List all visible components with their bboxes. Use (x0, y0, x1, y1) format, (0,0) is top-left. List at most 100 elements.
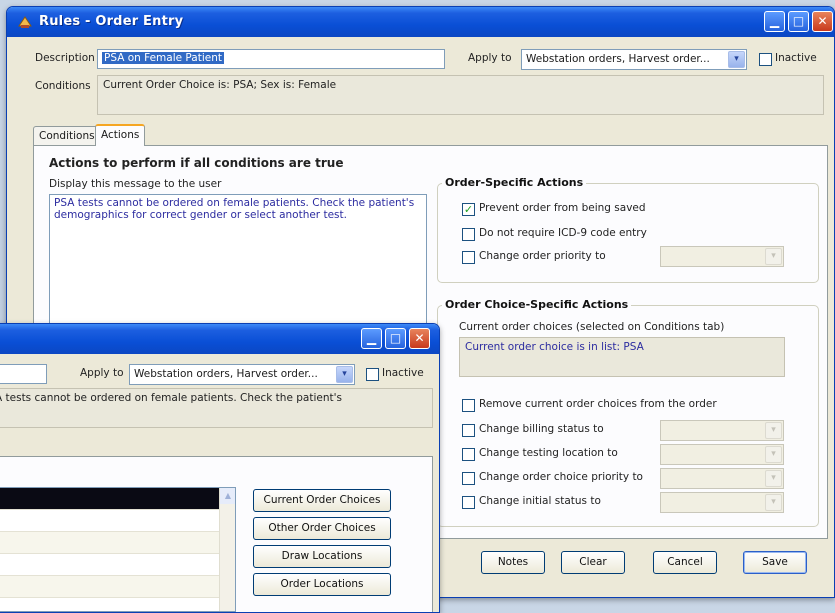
chevron-down-icon[interactable]: ▾ (765, 470, 782, 487)
change-priority-checkbox[interactable] (462, 251, 475, 264)
actions-heading: Actions to perform if all conditions are… (49, 156, 344, 170)
maximize-icon: □ (792, 14, 805, 28)
front-title-bar[interactable]: ▁ □ ✕ (0, 324, 439, 354)
no-icd9-label: Do not require ICD-9 code entry (479, 227, 647, 239)
message-label: Display this message to the user (49, 178, 222, 190)
cancel-button[interactable]: Cancel (653, 551, 717, 574)
front-conditions-summary: A tests cannot be ordered on female pati… (0, 388, 433, 428)
choice-priority-label: Change order choice priority to (479, 471, 643, 483)
draw-locations-button[interactable]: Draw Locations (253, 545, 391, 568)
chevron-down-icon[interactable]: ▾ (765, 494, 782, 511)
inactive-label: Inactive (775, 52, 817, 64)
order-choice-list[interactable]: ▲ (0, 487, 236, 612)
remove-choices-checkbox[interactable] (462, 399, 475, 412)
tab-actions[interactable]: Actions (95, 124, 146, 146)
initial-status-label: Change initial status to (479, 495, 601, 507)
front-inactive-checkbox[interactable] (366, 368, 379, 381)
save-button[interactable]: Save (743, 551, 807, 574)
front-description-input[interactable] (0, 364, 47, 384)
close-button[interactable]: ✕ (812, 11, 833, 32)
clear-button[interactable]: Clear (561, 551, 625, 574)
list-item[interactable] (0, 532, 235, 554)
conditions-summary: Current Order Choice is: PSA; Sex is: Fe… (97, 75, 824, 115)
conditions-label: Conditions (35, 80, 91, 92)
testing-location-label: Change testing location to (479, 447, 618, 459)
order-specific-title: Order-Specific Actions (442, 176, 587, 189)
inactive-checkbox[interactable] (759, 53, 772, 66)
choice-priority-select[interactable]: ▾ (660, 468, 784, 489)
description-label: Description (35, 52, 95, 64)
message-value: PSA tests cannot be ordered on female pa… (54, 197, 415, 221)
testing-location-select[interactable]: ▾ (660, 444, 784, 465)
apply-to-value: Webstation orders, Harvest order... (526, 53, 710, 65)
order-locations-label: Order Locations (280, 578, 364, 590)
window-title: Rules - Order Entry (39, 14, 184, 29)
front-inactive-label: Inactive (382, 367, 424, 379)
maximize-button[interactable]: □ (788, 11, 809, 32)
choice-priority-checkbox[interactable] (462, 472, 475, 485)
notes-button[interactable]: Notes (481, 551, 545, 574)
front-apply-to-select[interactable]: Webstation orders, Harvest order... ▾ (129, 364, 355, 385)
priority-select[interactable]: ▾ (660, 246, 784, 267)
tab-conditions[interactable]: Conditions (33, 126, 101, 146)
close-icon: ✕ (817, 14, 828, 28)
front-tab-panel: ▲ Current Order Choices Other Order Choi… (0, 456, 433, 612)
list-item[interactable] (0, 554, 235, 576)
remove-choices-label: Remove current order choices from the or… (479, 398, 717, 410)
billing-status-checkbox[interactable] (462, 424, 475, 437)
overlapping-rules-window: ▁ □ ✕ Apply to Webstation orders, Harves… (0, 323, 440, 613)
testing-location-checkbox[interactable] (462, 448, 475, 461)
tab-actions-label: Actions (101, 129, 140, 141)
notes-button-label: Notes (497, 556, 529, 568)
front-apply-to-value: Webstation orders, Harvest order... (134, 368, 318, 380)
other-order-choices-label: Other Order Choices (268, 522, 376, 534)
chevron-down-icon[interactable]: ▾ (765, 248, 782, 265)
initial-status-checkbox[interactable] (462, 496, 475, 509)
no-icd9-checkbox[interactable] (462, 228, 475, 241)
clear-button-label: Clear (579, 556, 607, 568)
list-scrollbar[interactable]: ▲ (219, 488, 235, 611)
change-priority-label: Change order priority to (479, 250, 606, 262)
scroll-up-icon[interactable]: ▲ (220, 488, 235, 504)
front-conditions-value: A tests cannot be ordered on female pati… (0, 392, 342, 404)
prevent-save-label: Prevent order from being saved (479, 202, 646, 214)
current-order-choices-button[interactable]: Current Order Choices (253, 489, 391, 512)
initial-status-select[interactable]: ▾ (660, 492, 784, 513)
cancel-button-label: Cancel (667, 556, 703, 568)
billing-status-label: Change billing status to (479, 423, 604, 435)
app-icon (18, 16, 32, 28)
list-item[interactable] (0, 576, 235, 598)
order-locations-button[interactable]: Order Locations (253, 573, 391, 596)
chevron-down-icon[interactable]: ▾ (336, 366, 353, 383)
choice-specific-title: Order Choice-Specific Actions (442, 298, 632, 311)
billing-status-select[interactable]: ▾ (660, 420, 784, 441)
other-order-choices-button[interactable]: Other Order Choices (253, 517, 391, 540)
title-bar[interactable]: Rules - Order Entry ▁ □ ✕ (7, 7, 834, 37)
apply-to-label: Apply to (468, 52, 512, 64)
chevron-down-icon[interactable]: ▾ (765, 446, 782, 463)
maximize-icon: □ (389, 331, 402, 345)
list-item[interactable] (0, 488, 235, 510)
front-maximize-button[interactable]: □ (385, 328, 406, 349)
save-button-label: Save (762, 556, 788, 568)
front-apply-to-label: Apply to (80, 367, 124, 379)
apply-to-select[interactable]: Webstation orders, Harvest order... ▾ (521, 49, 747, 70)
description-value: PSA on Female Patient (102, 52, 224, 64)
chevron-down-icon[interactable]: ▾ (765, 422, 782, 439)
check-icon: ✓ (463, 203, 474, 216)
chevron-down-icon[interactable]: ▾ (728, 51, 745, 68)
description-input[interactable]: PSA on Female Patient (97, 49, 445, 69)
current-order-choices-label: Current Order Choices (263, 494, 381, 506)
current-choices-value: Current order choice is in list: PSA (465, 341, 644, 353)
draw-locations-label: Draw Locations (281, 550, 363, 562)
current-choices-label: Current order choices (selected on Condi… (459, 321, 725, 333)
tab-conditions-label: Conditions (39, 130, 95, 142)
minimize-button[interactable]: ▁ (764, 11, 785, 32)
close-icon: ✕ (414, 331, 425, 345)
prevent-save-checkbox[interactable]: ✓ (462, 203, 475, 216)
current-choices-box: Current order choice is in list: PSA (459, 337, 785, 377)
front-close-button[interactable]: ✕ (409, 328, 430, 349)
minimize-icon: ▁ (769, 14, 780, 28)
front-minimize-button[interactable]: ▁ (361, 328, 382, 349)
list-item[interactable] (0, 510, 235, 532)
